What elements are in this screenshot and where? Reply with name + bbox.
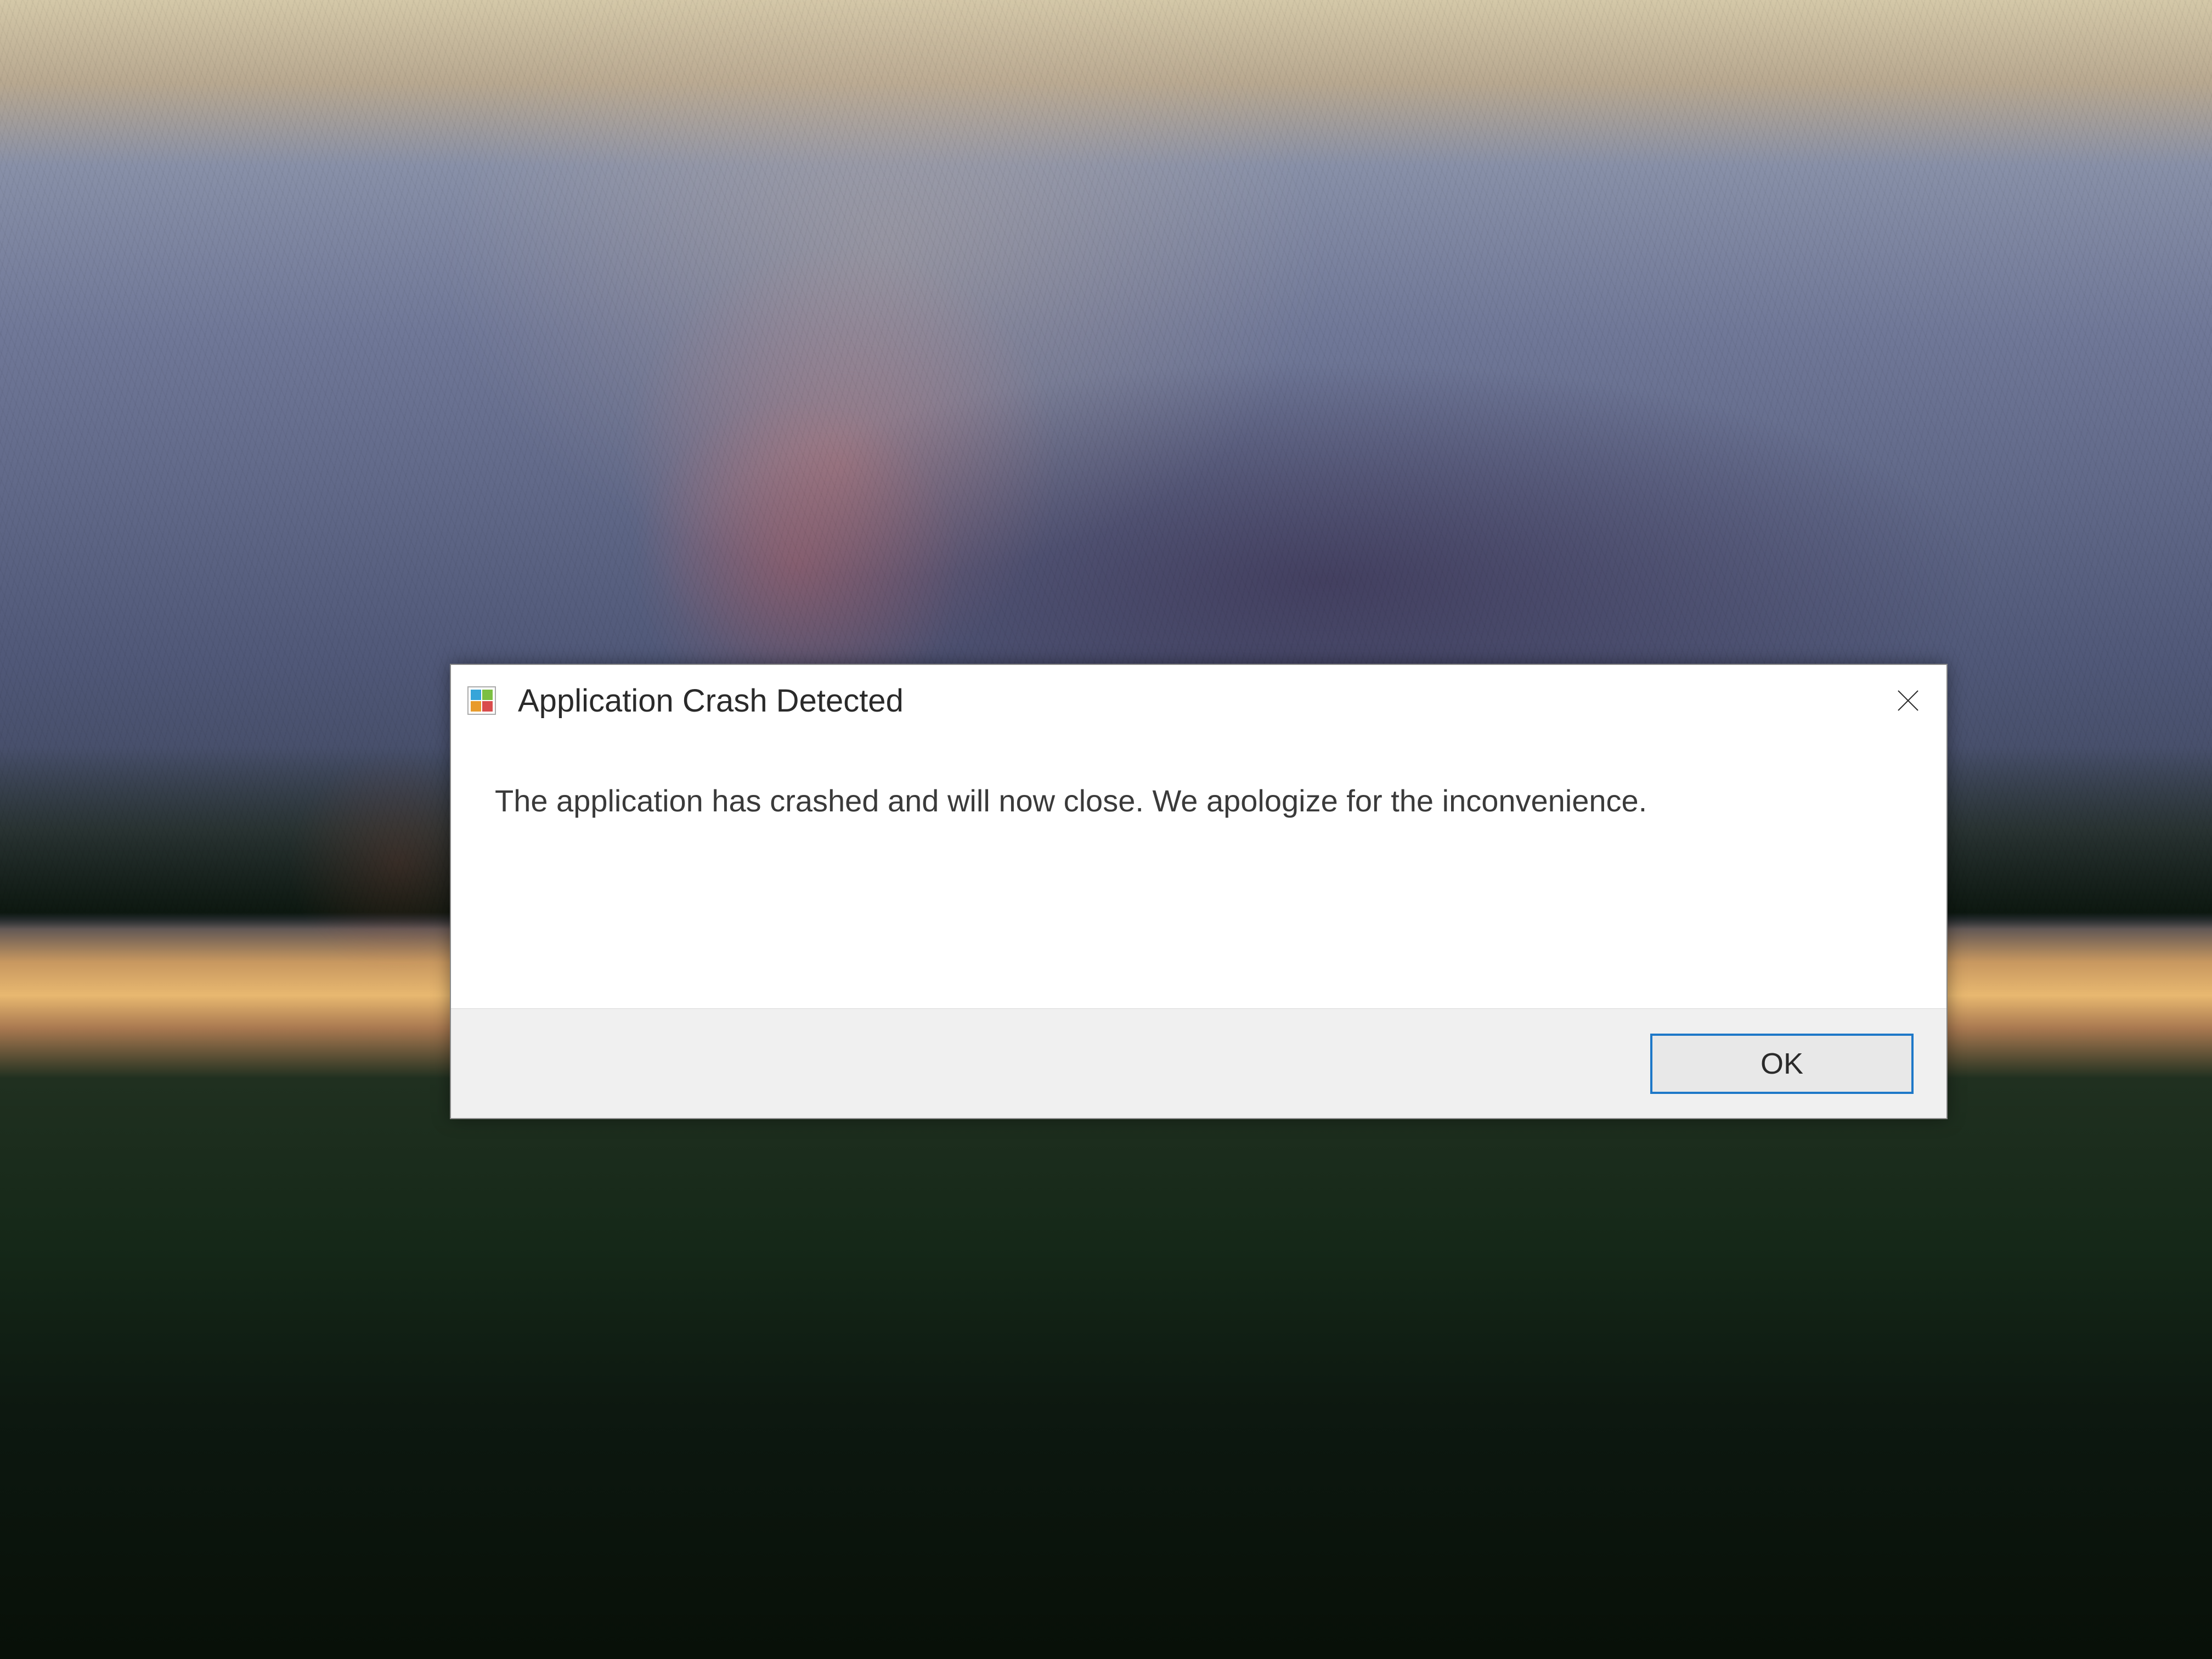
crash-dialog: Application Crash Detected The applicati… bbox=[450, 664, 1948, 1119]
app-icon bbox=[467, 686, 496, 715]
ok-button[interactable]: OK bbox=[1650, 1034, 1914, 1094]
close-icon bbox=[1896, 689, 1920, 713]
close-button[interactable] bbox=[1886, 679, 1930, 723]
dialog-button-bar: OK bbox=[451, 1008, 1946, 1118]
dialog-titlebar[interactable]: Application Crash Detected bbox=[451, 665, 1946, 736]
dialog-title: Application Crash Detected bbox=[518, 682, 904, 719]
dialog-body: The application has crashed and will now… bbox=[451, 736, 1946, 1008]
dialog-message: The application has crashed and will now… bbox=[495, 780, 1647, 822]
